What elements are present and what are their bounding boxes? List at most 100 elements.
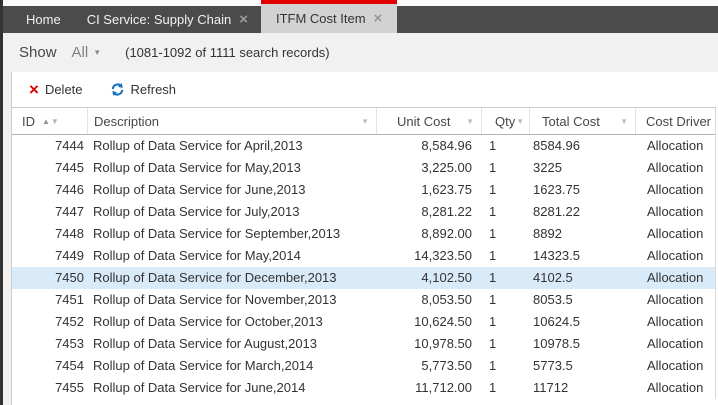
cell-id: 7450 [55,270,84,285]
show-range-dropdown[interactable]: All [72,44,89,61]
cell-qty: 1 [489,160,497,175]
cell-id: 7445 [55,160,84,175]
filter-icon[interactable]: ▼ [516,117,524,126]
cell-id: 7451 [55,292,84,307]
close-icon[interactable]: × [374,11,383,26]
tab-label: Home [26,12,61,27]
cell-description: Rollup of Data Service for December,2013 [93,270,337,285]
cell-cost_driver: Allocation [647,358,704,373]
cell-total_cost: 5773.5 [533,358,573,373]
table-row[interactable]: 7453 Rollup of Data Service for August,20… [12,333,715,355]
tab-home[interactable]: Home [13,6,74,33]
cell-unit_cost: 8,584.96 [421,138,472,153]
close-icon[interactable]: × [239,12,248,27]
cell-description: Rollup of Data Service for October,2013 [93,314,323,329]
cell-total_cost: 3225 [533,160,562,175]
cell-unit_cost: 5,773.50 [421,358,472,373]
cell-unit_cost: 11,712.00 [415,380,472,395]
cell-qty: 1 [489,138,497,153]
show-label: Show [19,44,57,61]
tab-ci-service-supply-chain[interactable]: CI Service: Supply Chain × [74,6,261,33]
cell-description: Rollup of Data Service for June,2013 [93,182,306,197]
cell-description: Rollup of Data Service for May,2014 [93,248,301,263]
tab-label: CI Service: Supply Chain [86,12,232,27]
cell-total_cost: 8892 [533,226,562,241]
cell-qty: 1 [489,292,497,307]
cell-unit_cost: 8,053.50 [421,292,472,307]
filter-icon[interactable]: ▼ [620,117,628,126]
cell-description: Rollup of Data Service for November,2013 [93,292,337,307]
cell-id: 7452 [55,314,84,329]
table-row[interactable]: 7448 Rollup of Data Service for September… [12,223,715,245]
cell-unit_cost: 10,624.50 [414,314,472,329]
column-label: ID [22,113,35,129]
table-row-selected[interactable]: 7450 Rollup of Data Service for December,… [12,267,715,289]
cost-item-grid: ID ▲ ▼ Description ▼ Unit Cost ▼ Qty ▼ Total Cost… [12,107,716,399]
tab-label: ITFM Cost Item [275,11,366,26]
cell-qty: 1 [489,204,497,219]
cell-id: 7454 [55,358,84,373]
cell-unit_cost: 8,281.22 [421,204,472,219]
table-row[interactable]: 7451 Rollup of Data Service for November,… [12,289,715,311]
cell-total_cost: 8281.22 [533,204,580,219]
records-count: (1081-1092 of 1111 search records) [125,45,330,60]
cell-cost_driver: Allocation [647,270,704,285]
cell-total_cost: 8584.96 [533,138,580,153]
cell-unit_cost: 3,225.00 [421,160,472,175]
cell-qty: 1 [489,314,497,329]
content-panel: × Delete Refresh ID ▲ ▼ Description ▼ Unit Co… [11,72,718,405]
cell-cost_driver: Allocation [647,182,704,197]
filter-icon[interactable]: ▼ [361,117,369,126]
column-header-unit_cost[interactable]: Unit Cost ▼ [376,108,481,134]
filter-icon[interactable]: ▼ [466,117,474,126]
cell-id: 7448 [55,226,84,241]
cell-id: 7449 [55,248,84,263]
cell-description: Rollup of Data Service for May,2013 [93,160,301,175]
cell-cost_driver: Allocation [647,204,704,219]
refresh-button-label: Refresh [130,82,177,97]
cell-cost_driver: Allocation [647,248,704,263]
table-row[interactable]: 7447 Rollup of Data Service for July,2013… [12,201,715,223]
refresh-button[interactable]: Refresh [110,82,177,97]
tab-itfm-cost-item[interactable]: ITFM Cost Item × [260,0,398,33]
table-row[interactable]: 7452 Rollup of Data Service for October,2… [12,311,715,333]
cell-description: Rollup of Data Service for September,201… [93,226,341,241]
cell-unit_cost: 1,623.75 [421,182,472,197]
cell-cost_driver: Allocation [647,380,704,395]
cell-qty: 1 [489,226,497,241]
cell-total_cost: 11712 [533,380,569,395]
sort-desc-icon[interactable]: ▼ [51,117,59,126]
delete-button[interactable]: × Delete [29,81,83,98]
cell-description: Rollup of Data Service for March,2014 [93,358,314,373]
refresh-icon [110,82,125,97]
cell-id: 7446 [55,182,84,197]
table-row[interactable]: 7444 Rollup of Data Service for April,201… [12,135,715,157]
cell-total_cost: 10624.5 [533,314,580,329]
table-row[interactable]: 7455 Rollup of Data Service for June,2014… [12,377,715,399]
cell-description: Rollup of Data Service for June,2014 [93,380,306,395]
cell-qty: 1 [489,182,497,197]
column-header-description[interactable]: Description ▼ [87,108,376,134]
column-label: Cost Driver [646,113,712,129]
cell-total_cost: 14323.5 [533,248,580,263]
table-row[interactable]: 7446 Rollup of Data Service for June,2013… [12,179,715,201]
cell-total_cost: 1623.75 [533,182,580,197]
column-header-id[interactable]: ID ▲ ▼ [12,108,87,134]
column-header-cost_driver[interactable]: Cost Driver [635,108,715,134]
grid-body: 7444 Rollup of Data Service for April,201… [12,135,715,399]
table-row[interactable]: 7454 Rollup of Data Service for March,201… [12,355,715,377]
cell-id: 7455 [55,380,84,395]
cell-qty: 1 [489,380,497,395]
cell-qty: 1 [489,248,497,263]
cell-qty: 1 [489,336,497,351]
table-row[interactable]: 7449 Rollup of Data Service for May,2014 1… [12,245,715,267]
dropdown-arrow-icon[interactable]: ▼ [93,48,101,57]
grid-header-row: ID ▲ ▼ Description ▼ Unit Cost ▼ Qty ▼ Total Cost… [12,108,715,135]
table-row[interactable]: 7445 Rollup of Data Service for May,2013 3… [12,157,715,179]
column-header-total_cost[interactable]: Total Cost ▼ [529,108,635,134]
column-header-qty[interactable]: Qty ▼ [481,108,529,134]
cell-qty: 1 [489,270,497,285]
cell-cost_driver: Allocation [647,292,704,307]
sort-asc-icon[interactable]: ▲ [42,117,50,126]
cell-qty: 1 [489,358,497,373]
